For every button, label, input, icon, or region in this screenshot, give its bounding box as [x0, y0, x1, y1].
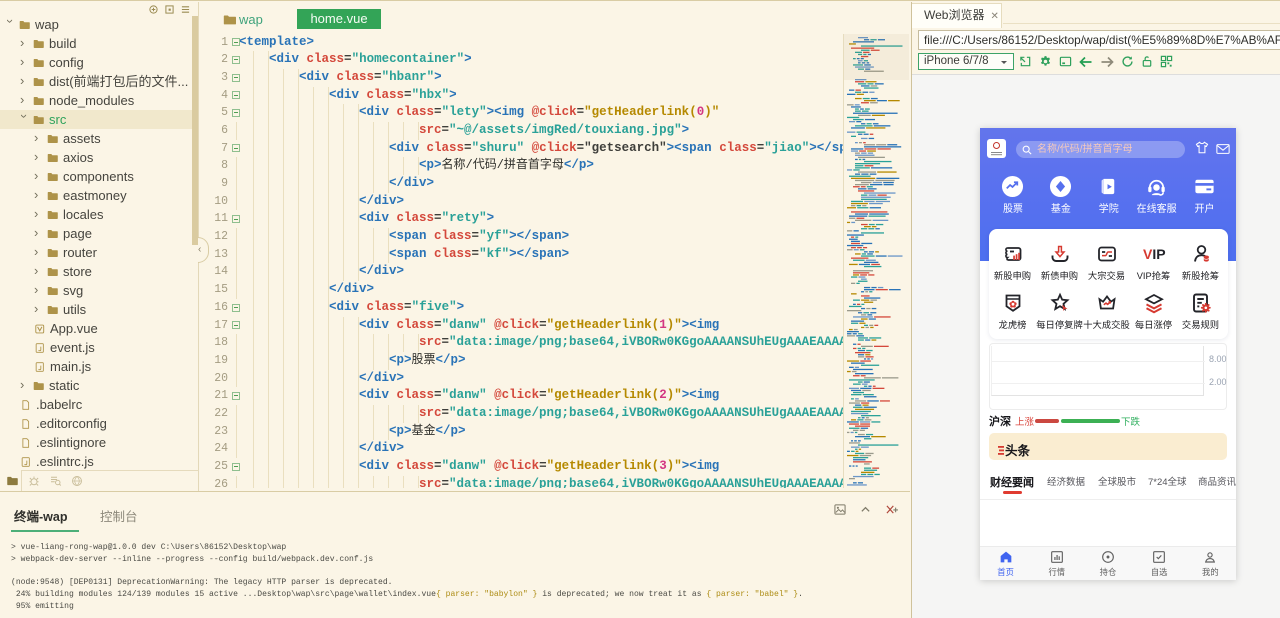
svg-text:VIP: VIP	[1143, 246, 1166, 262]
